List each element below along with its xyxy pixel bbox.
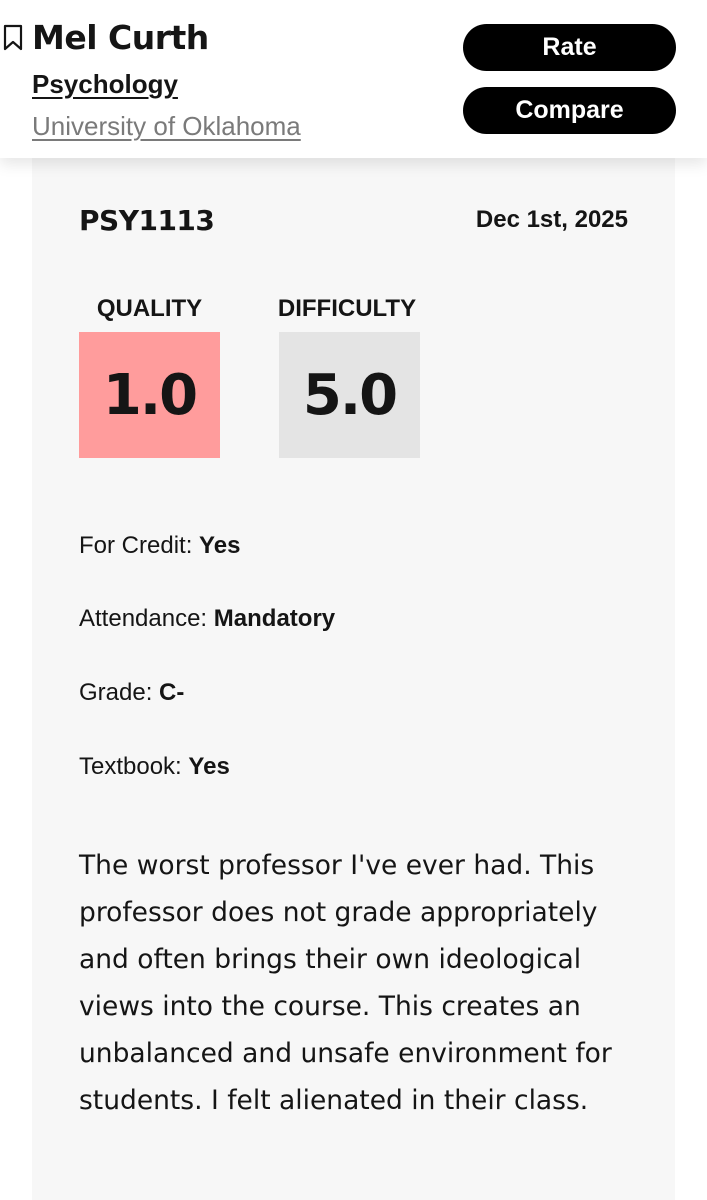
attendance-line: Attendance: Mandatory <box>79 605 335 633</box>
attendance-value: Mandatory <box>213 605 336 632</box>
bookmark-icon[interactable] <box>3 24 23 52</box>
textbook-value: Yes <box>188 753 230 780</box>
professor-header: Mel Curth Psychology University of Oklah… <box>0 0 707 158</box>
difficulty-label: DIFFICULTY <box>277 295 417 322</box>
quality-score: 1.0 <box>79 332 220 458</box>
grade-line: Grade: C- <box>79 679 184 707</box>
quality-label: QUALITY <box>96 295 203 322</box>
grade-label: Grade: <box>79 679 153 706</box>
for-credit-label: For Credit: <box>79 532 193 559</box>
page: Mel Curth Psychology University of Oklah… <box>0 0 707 1200</box>
grade-value: C- <box>159 679 185 706</box>
difficulty-score: 5.0 <box>279 332 420 458</box>
school-link[interactable]: University of Oklahoma <box>32 110 301 142</box>
course-code: PSY1113 <box>79 204 215 237</box>
department-link[interactable]: Psychology <box>32 68 178 100</box>
rating-date: Dec 1st, 2025 <box>475 206 628 233</box>
attendance-label: Attendance: <box>79 605 208 632</box>
textbook-line: Textbook: Yes <box>79 753 230 781</box>
professor-name: Mel Curth <box>32 18 209 57</box>
rate-button[interactable]: Rate <box>463 24 676 71</box>
textbook-label: Textbook: <box>79 753 182 780</box>
rating-card: PSY1113 Dec 1st, 2025 QUALITY DIFFICULTY… <box>32 150 675 1200</box>
for-credit-value: Yes <box>199 532 241 559</box>
for-credit-line: For Credit: Yes <box>79 532 240 560</box>
compare-button[interactable]: Compare <box>463 87 676 134</box>
rating-comment: The worst professor I've ever had. This … <box>79 850 612 1116</box>
